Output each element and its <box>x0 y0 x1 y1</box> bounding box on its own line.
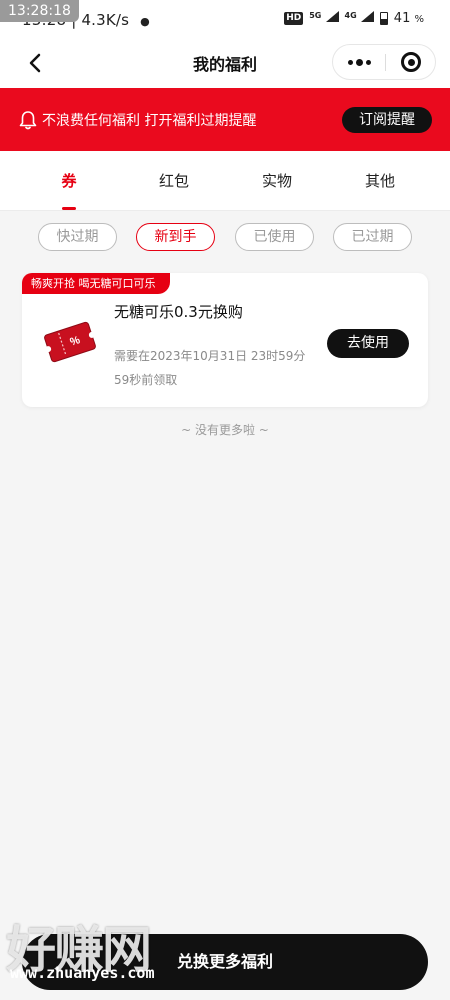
promo-tag: 畅爽开抢 喝无糖可口可乐 <box>22 273 170 294</box>
list-end-hint: ~ 没有更多啦 ~ <box>181 423 269 437</box>
reminder-text: 不浪费任何福利 打开福利过期提醒 <box>42 113 257 129</box>
hd-badge: HD <box>284 12 304 25</box>
watermark-url: www.zhuanyes.com <box>10 964 155 982</box>
coupon-expiry: 需要在2023年10月31日 23时59分 <box>114 349 306 363</box>
nav-bar: 我的福利 <box>0 38 450 88</box>
penguin-icon: ● <box>140 15 150 28</box>
tab-physical-goods[interactable]: 实物 <box>221 151 333 211</box>
category-tabs: 券 红包 实物 其他 <box>0 151 450 211</box>
status-filters: 快过期 新到手 已使用 已过期 <box>0 212 450 262</box>
expiry-reminder-banner: 不浪费任何福利 打开福利过期提醒 订阅提醒 <box>0 88 450 151</box>
mini-program-capsule <box>332 44 436 80</box>
bell-icon <box>19 111 37 130</box>
close-target-icon[interactable] <box>386 45 436 79</box>
active-tab-indicator <box>62 207 76 210</box>
battery-level: 41 % <box>393 11 424 26</box>
signal-icon <box>360 11 374 22</box>
tab-red-packets[interactable]: 红包 <box>118 151 230 211</box>
tab-coupons[interactable]: 券 <box>13 151 125 211</box>
filter-newly-received[interactable]: 新到手 <box>136 223 215 251</box>
battery-icon <box>379 12 388 25</box>
status-bar: 13:28 | 4.3K/s ● HD 5G 4G 41 % 13:28:18 <box>0 0 450 38</box>
status-indicators: HD 5G 4G 41 % <box>284 11 424 26</box>
tab-other[interactable]: 其他 <box>324 151 436 211</box>
subscribe-reminder-button[interactable]: 订阅提醒 <box>342 107 432 133</box>
more-icon[interactable] <box>333 45 385 79</box>
filter-expired[interactable]: 已过期 <box>333 223 412 251</box>
filter-used[interactable]: 已使用 <box>235 223 314 251</box>
coupon-card[interactable]: 畅爽开抢 喝无糖可口可乐 % 无糖可乐0.3元换购 需要在2023年10月31日… <box>22 273 428 407</box>
signal-4g: 4G <box>345 11 374 26</box>
coupon-title: 无糖可乐0.3元换购 <box>114 303 243 321</box>
coupon-ticket-icon: % <box>44 321 96 363</box>
use-coupon-button[interactable]: 去使用 <box>327 329 409 358</box>
recording-time-badge: 13:28:18 <box>0 0 79 22</box>
signal-5g: 5G <box>309 11 339 26</box>
signal-icon <box>325 11 339 22</box>
coupon-received-time: 59秒前领取 <box>114 373 178 387</box>
network-speed: 4.3K/s <box>81 11 130 29</box>
site-watermark: 好赚网 www.zhuanyes.com <box>2 910 242 1000</box>
filter-expiring-soon[interactable]: 快过期 <box>38 223 117 251</box>
